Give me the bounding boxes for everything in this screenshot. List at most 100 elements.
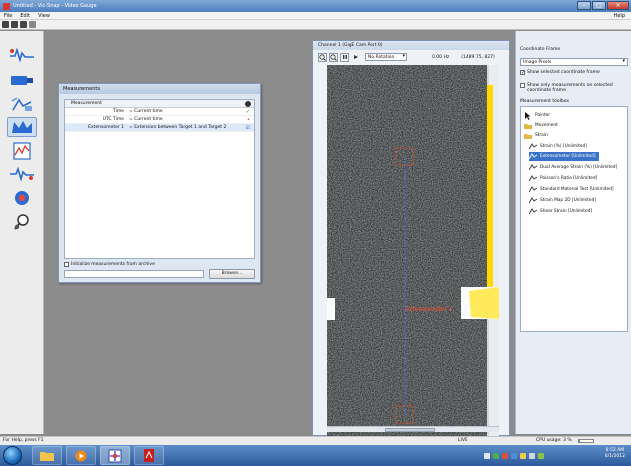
tool-label: Extensometer [Unlimited]: [540, 154, 596, 159]
measurement-column-header: Measurement: [71, 101, 102, 106]
measurement-formula: = Extension between Target 1 and Target …: [129, 125, 227, 130]
acquire-waveform-icon[interactable]: [7, 45, 37, 65]
explorer-icon[interactable]: [32, 446, 62, 465]
measurement-toolbox[interactable]: Pointer Movement Strain Strain (%) [Unli…: [520, 106, 628, 332]
tray-network-icon[interactable]: [493, 452, 499, 459]
tool-standard-material-test[interactable]: Standard Material Test [Unlimited]: [529, 185, 614, 194]
tray-antivirus-icon[interactable]: [502, 452, 508, 459]
pointer-icon: [524, 111, 532, 120]
menu-view[interactable]: View: [38, 13, 50, 19]
tray-volume-icon[interactable]: [529, 452, 535, 459]
pdf-icon[interactable]: [134, 446, 164, 465]
camera-setup-icon[interactable]: [7, 70, 37, 90]
show-selected-frame-checkbox[interactable]: ✓: [520, 70, 525, 76]
status-help-text: For Help, press F1: [3, 438, 44, 443]
measurement-row[interactable]: Time = Current time ✓: [65, 108, 254, 116]
strain-gauge-icon: [529, 153, 537, 161]
inspect-icon[interactable]: [7, 212, 37, 232]
strain-gauge-icon: [529, 208, 537, 216]
tool-label: Strain: [535, 133, 548, 138]
export-icon[interactable]: [29, 21, 36, 28]
tool-strain[interactable]: Strain (%) [Unlimited]: [529, 142, 587, 151]
media-player-icon[interactable]: [66, 446, 96, 465]
tool-poissons-ratio[interactable]: Poisson's Ratio [Unlimited]: [529, 174, 597, 183]
save-icon[interactable]: [20, 21, 27, 28]
camera-horizontal-scrollbar[interactable]: [327, 426, 499, 432]
strain-gauge-icon: [529, 164, 537, 172]
tool-folder-strain[interactable]: Strain: [524, 131, 548, 140]
status-bar: For Help, press F1 LIVE CPU usage: 3 %: [0, 436, 631, 445]
specimen-notch-left: [327, 298, 335, 320]
tool-strain-map-2d[interactable]: Strain Map 2D [Unlimited]: [529, 196, 596, 205]
tool-dual-average-strain[interactable]: Dual Average Strain (%) [Unlimited]: [529, 163, 617, 172]
checkbox-icon[interactable]: ☑: [246, 125, 250, 131]
left-toolbar: [0, 31, 44, 434]
tool-label: Shear Strain [Unlimited]: [540, 209, 592, 214]
measurement-name: Extensometer 1: [88, 125, 124, 130]
tool-label: Pointer: [535, 113, 551, 118]
status-mode: LIVE: [458, 438, 468, 443]
new-file-icon[interactable]: [2, 21, 9, 28]
show-only-measurements-checkbox[interactable]: [520, 83, 525, 88]
measurements-header: Measurement: [65, 100, 254, 108]
init-archive-option[interactable]: Initialize measurements from archive: [64, 262, 155, 267]
init-archive-checkbox[interactable]: [64, 262, 69, 267]
maximize-button[interactable]: □: [592, 1, 606, 10]
data-flow-icon[interactable]: [7, 164, 37, 184]
tray-power-icon[interactable]: [520, 452, 526, 459]
show-only-measurements-option[interactable]: Show only measurements on selected coord…: [520, 83, 628, 93]
measurement-icon[interactable]: [7, 117, 37, 137]
options-icon[interactable]: [245, 101, 251, 107]
calibration-icon[interactable]: [7, 95, 37, 115]
zoom-out-icon[interactable]: [329, 52, 338, 62]
disabled-dot-icon[interactable]: •: [247, 117, 250, 123]
camera-toolbar: No Rotation 0.00 Hz (1489.75, 827): [318, 52, 506, 62]
tray-update-icon[interactable]: [538, 452, 544, 459]
start-button[interactable]: [3, 446, 22, 465]
folder-icon: [524, 122, 532, 130]
menu-file[interactable]: File: [4, 13, 12, 19]
tray-bluetooth-icon[interactable]: [511, 452, 517, 459]
browse-button[interactable]: Browse...: [209, 269, 255, 279]
cpu-usage-bar: [578, 439, 594, 443]
archive-path-input[interactable]: [64, 270, 204, 278]
show-selected-frame-option[interactable]: ✓ Show selected coordinate frame: [520, 70, 628, 76]
measurement-formula: = Current time: [129, 117, 163, 122]
rotation-select[interactable]: No Rotation: [365, 53, 407, 61]
scrollbar-thumb[interactable]: [385, 428, 435, 432]
tool-label: Strain Map 2D [Unlimited]: [540, 198, 596, 203]
enabled-check-icon[interactable]: ✓: [246, 109, 250, 115]
plot-icon[interactable]: [7, 141, 37, 161]
tool-label: Movement: [535, 123, 558, 128]
record-icon[interactable]: [7, 188, 37, 208]
init-archive-label: Initialize measurements from archive: [71, 262, 155, 267]
tool-extensometer[interactable]: Extensometer [Unlimited]: [529, 152, 599, 161]
open-folder-icon[interactable]: [11, 21, 18, 28]
play-icon[interactable]: [351, 53, 360, 62]
tool-pointer[interactable]: Pointer: [524, 111, 550, 120]
taskbar-clock[interactable]: 8:52 AM 6/1/2012: [605, 448, 625, 460]
camera-image[interactable]: Extensometer 1: [327, 65, 499, 464]
close-button[interactable]: ✕: [607, 1, 629, 10]
video-gauge-icon[interactable]: [100, 446, 130, 465]
clock-date: 6/1/2012: [604, 454, 625, 459]
measurement-formula: = Current time: [129, 109, 163, 114]
measurements-list[interactable]: Measurement Time = Current time ✓ UTC Ti…: [64, 99, 255, 259]
main-toolbar: [0, 20, 631, 30]
measurement-row[interactable]: Extensometer 1 = Extension between Targe…: [65, 124, 254, 132]
menu-help[interactable]: Help: [614, 13, 625, 19]
tool-folder-movement[interactable]: Movement: [524, 121, 558, 130]
minimize-button[interactable]: –: [577, 1, 591, 10]
strain-gauge-icon: [529, 143, 537, 151]
coordinate-frame-select[interactable]: Image Pixels: [520, 58, 628, 66]
measurement-row[interactable]: UTC Time = Current time •: [65, 116, 254, 124]
zoom-in-icon[interactable]: [318, 52, 327, 62]
show-only-measurements-label: Show only measurements on selected coord…: [527, 83, 613, 93]
menu-edit[interactable]: Edit: [20, 13, 30, 19]
tool-shear-strain[interactable]: Shear Strain [Unlimited]: [529, 207, 592, 216]
cursor-coordinates: (1489.75, 827): [461, 54, 495, 60]
window-title: Untitled - Vic-Snap - Video Gauge: [13, 3, 97, 9]
menu-bar: File Edit View Help: [0, 12, 631, 20]
tray-flag-icon[interactable]: [484, 452, 490, 459]
pause-icon[interactable]: [340, 52, 349, 62]
